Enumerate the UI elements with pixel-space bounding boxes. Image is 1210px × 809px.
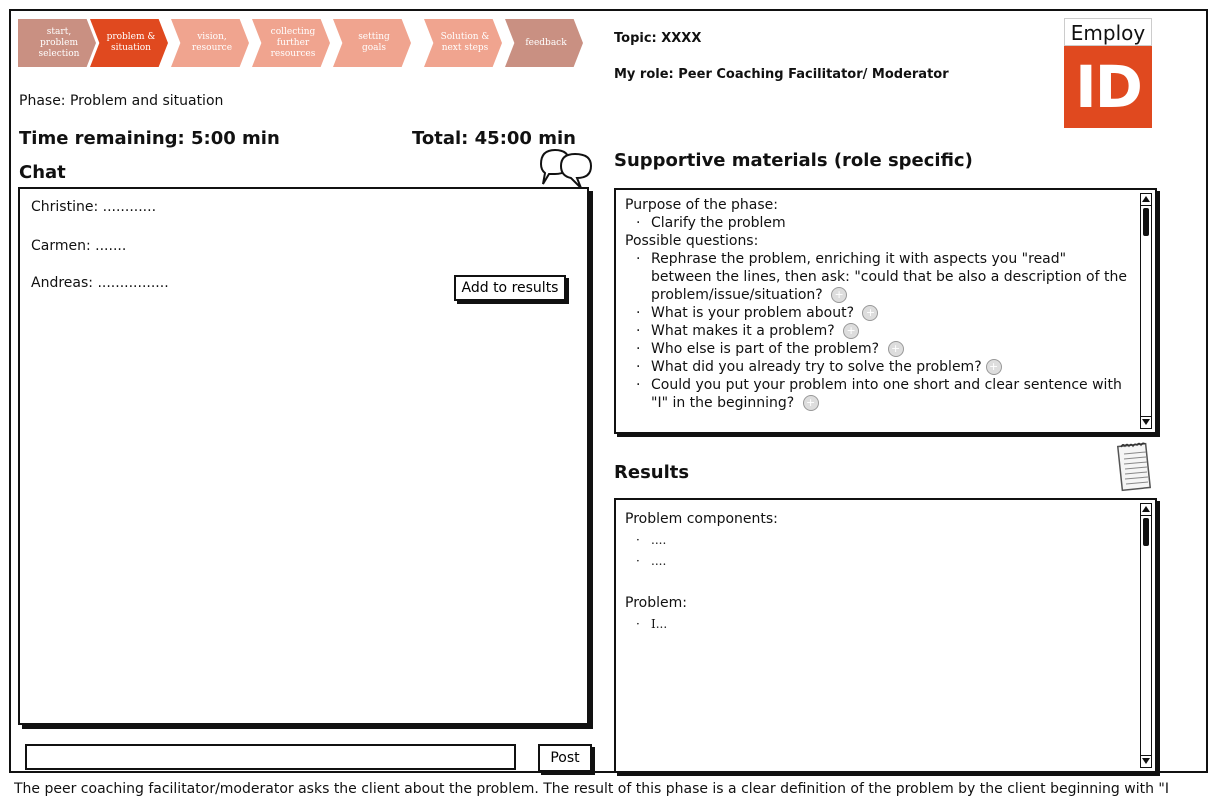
list-item: ·.... xyxy=(636,554,667,568)
step-solution[interactable]: Solution & next steps xyxy=(424,19,502,67)
results-panel: Problem components: ·.... ·.... Problem:… xyxy=(614,498,1157,773)
chat-box: Christine: ............ Carmen: ....... … xyxy=(18,187,589,725)
scroll-thumb[interactable] xyxy=(1143,518,1149,546)
question-item: · Could you put your problem into one sho… xyxy=(636,377,1122,411)
problem-components-heading: Problem components: xyxy=(625,511,778,527)
scroll-up-arrow-icon[interactable] xyxy=(1141,504,1151,516)
add-to-results-button[interactable]: Add to results xyxy=(454,275,566,301)
add-circle-icon[interactable]: + xyxy=(843,323,860,339)
step-feedback[interactable]: feedback xyxy=(505,19,583,67)
step-vision[interactable]: vision, resource xyxy=(171,19,249,67)
logo-top-text: Employ xyxy=(1064,18,1152,46)
add-circle-icon[interactable]: + xyxy=(887,341,904,357)
question-item: · What makes it a problem? + xyxy=(625,322,1130,340)
supportive-scrollbar[interactable] xyxy=(1140,193,1152,429)
notepad-icon xyxy=(1116,440,1153,496)
step-problem-situation[interactable]: problem & situation xyxy=(90,19,168,67)
phase-label: Phase: Problem and situation xyxy=(19,93,224,109)
topic-label: Topic: XXXX xyxy=(614,31,702,46)
scroll-up-arrow-icon[interactable] xyxy=(1141,194,1151,206)
list-item: · Clarify the problem xyxy=(636,215,786,231)
time-remaining: Time remaining: 5:00 min xyxy=(19,128,280,149)
question-item: · What did you already try to solve the p… xyxy=(625,358,1130,376)
question-item: · Rephrase the problem, enriching it with… xyxy=(636,251,1127,303)
scroll-down-arrow-icon[interactable] xyxy=(1141,416,1151,428)
add-circle-icon[interactable]: + xyxy=(831,287,848,303)
step-setting-goals[interactable]: setting goals xyxy=(333,19,411,67)
description-text: The peer coaching facilitator/moderator … xyxy=(14,781,1169,797)
add-circle-icon[interactable]: + xyxy=(985,359,1002,375)
questions-heading: Possible questions: xyxy=(625,233,759,249)
logo-bottom-text: ID xyxy=(1064,46,1152,128)
chat-message: Andreas: ................ xyxy=(31,275,169,291)
supportive-materials-title: Supportive materials (role specific) xyxy=(614,150,973,171)
supportive-materials-panel: Purpose of the phase: · Clarify the probl… xyxy=(614,188,1157,434)
phase-stepper: start, problem selection problem & situa… xyxy=(18,19,588,67)
chat-message: Carmen: ....... xyxy=(31,238,127,254)
problem-heading: Problem: xyxy=(625,595,687,611)
list-item: · I... xyxy=(636,617,668,631)
results-scrollbar[interactable] xyxy=(1140,503,1152,768)
chat-message: Christine: ............ xyxy=(31,199,157,215)
scroll-down-arrow-icon[interactable] xyxy=(1141,755,1151,767)
question-item: · Who else is part of the problem? + xyxy=(625,340,1130,358)
add-circle-icon[interactable]: + xyxy=(802,395,819,411)
add-circle-icon[interactable]: + xyxy=(862,305,879,321)
chat-input[interactable] xyxy=(25,744,516,770)
role-label: My role: Peer Coaching Facilitator/ Mode… xyxy=(614,67,949,82)
post-button[interactable]: Post xyxy=(538,744,592,772)
employid-logo: Employ ID xyxy=(1064,18,1152,128)
step-collecting[interactable]: collecting further resources xyxy=(252,19,330,67)
purpose-heading: Purpose of the phase: xyxy=(625,197,778,213)
scroll-thumb[interactable] xyxy=(1143,208,1149,236)
step-start[interactable]: start, problem selection xyxy=(18,19,96,67)
question-item: · What is your problem about? + xyxy=(625,304,1130,322)
results-title: Results xyxy=(614,462,690,483)
chat-title: Chat xyxy=(19,162,66,183)
list-item: ·.... xyxy=(636,533,667,547)
